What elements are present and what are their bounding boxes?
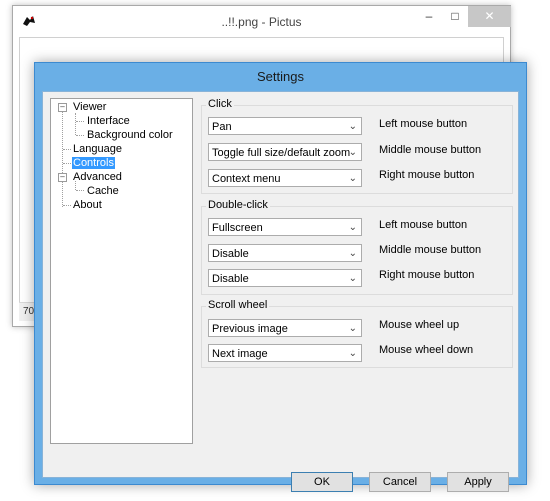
wheel-up-label: Mouse wheel up (379, 319, 460, 331)
double-click-right-label: Right mouse button (379, 269, 475, 281)
settings-dialog: Settings – Viewer Interface Background c… (34, 62, 527, 492)
dialog-client: – Viewer Interface Background color Lang… (42, 91, 519, 492)
tree-line (63, 149, 71, 150)
tree-item-background-color[interactable]: Background color (86, 129, 174, 141)
chevron-down-icon: ⌄ (348, 222, 357, 233)
tree-item-viewer[interactable]: Viewer (72, 101, 107, 113)
click-group-caption: Click (206, 98, 234, 110)
tree-item-cache[interactable]: Cache (86, 185, 120, 197)
tree-line (62, 110, 63, 207)
minimize-button[interactable]: – (416, 6, 442, 27)
chevron-down-icon: ⌄ (348, 273, 357, 284)
wheel-down-label: Mouse wheel down (379, 344, 474, 356)
click-right-label: Right mouse button (379, 169, 475, 181)
double-click-group: Double-click Fullscreen ⌄ Left mouse but… (201, 199, 513, 295)
close-button[interactable]: ✕ (468, 6, 511, 27)
click-right-select[interactable]: Context menu ⌄ (208, 169, 362, 187)
double-click-middle-label: Middle mouse button (379, 244, 482, 256)
dialog-title: Settings (257, 69, 304, 84)
apply-button[interactable]: Apply (447, 472, 509, 492)
tree-line (76, 135, 84, 136)
minimize-icon: – (425, 9, 433, 23)
tree-line (76, 190, 84, 191)
tree-item-about[interactable]: About (72, 199, 103, 211)
wheel-up-select[interactable]: Previous image ⌄ (208, 319, 362, 337)
cancel-button[interactable]: Cancel (369, 472, 431, 492)
tree-item-advanced[interactable]: Advanced (72, 171, 123, 183)
double-click-middle-select[interactable]: Disable ⌄ (208, 244, 362, 262)
tree-line (75, 113, 76, 135)
tree-line (63, 163, 71, 164)
tree-line (76, 121, 84, 122)
chevron-down-icon: ⌄ (348, 348, 357, 359)
chevron-down-icon: ⌄ (348, 147, 357, 158)
maximize-button[interactable]: □ (442, 6, 468, 27)
click-middle-select[interactable]: Toggle full size/default zoom ⌄ (208, 143, 362, 161)
tree-item-interface[interactable]: Interface (86, 115, 131, 127)
click-middle-label: Middle mouse button (379, 144, 482, 156)
click-left-label: Left mouse button (379, 118, 468, 130)
chevron-down-icon: ⌄ (348, 323, 357, 334)
click-left-select[interactable]: Pan ⌄ (208, 117, 362, 135)
click-group: Click Pan ⌄ Left mouse button Toggle ful… (201, 98, 513, 194)
double-click-left-select[interactable]: Fullscreen ⌄ (208, 218, 362, 236)
tree-item-controls[interactable]: Controls (72, 157, 115, 169)
chevron-down-icon: ⌄ (348, 121, 357, 132)
chevron-down-icon: ⌄ (348, 248, 357, 259)
double-click-left-label: Left mouse button (379, 219, 468, 231)
double-click-right-select[interactable]: Disable ⌄ (208, 269, 362, 287)
chevron-down-icon: ⌄ (348, 173, 357, 184)
collapse-advanced-icon[interactable]: – (58, 173, 67, 182)
close-icon: ✕ (484, 9, 495, 23)
scroll-wheel-group: Scroll wheel Previous image ⌄ Mouse whee… (201, 299, 513, 368)
pictus-titlebar[interactable]: ..!!.png - Pictus – □ ✕ (13, 6, 511, 36)
tree-line (63, 205, 71, 206)
double-click-group-caption: Double-click (206, 199, 270, 211)
wheel-down-select[interactable]: Next image ⌄ (208, 344, 362, 362)
collapse-viewer-icon[interactable]: – (58, 103, 67, 112)
settings-tree[interactable]: – Viewer Interface Background color Lang… (50, 98, 193, 444)
tree-item-language[interactable]: Language (72, 143, 123, 155)
ok-button[interactable]: OK (291, 472, 353, 492)
maximize-icon: □ (451, 9, 459, 23)
scroll-wheel-group-caption: Scroll wheel (206, 299, 270, 311)
